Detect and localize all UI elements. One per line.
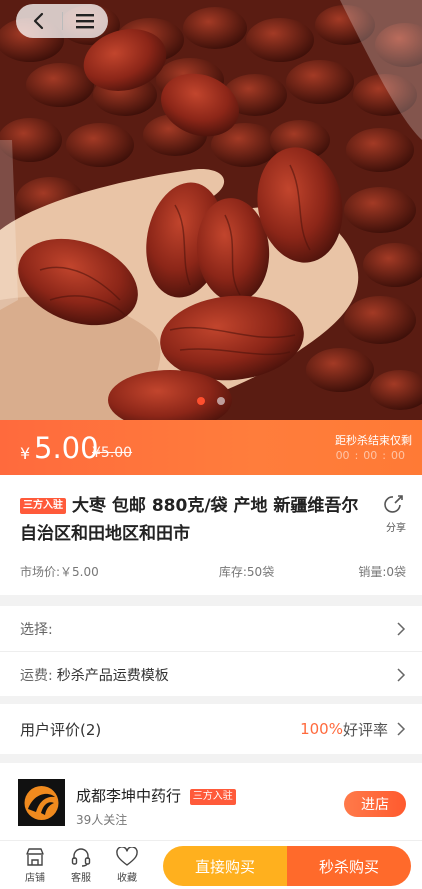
sales-count: 销量:0袋 (358, 565, 406, 579)
third-party-tag: 三方入驻 (20, 498, 66, 514)
carousel-dot-1[interactable] (197, 397, 205, 405)
shop-label: 店铺 (25, 873, 45, 884)
chevron-left-icon (33, 12, 43, 30)
stock-count: 库存:50袋 (218, 565, 275, 579)
options-card: 选择: 运费: 秒杀产品运费模板 (0, 606, 422, 696)
countdown-seconds: 00 (391, 449, 405, 462)
favorite-button[interactable]: 收藏 (107, 847, 147, 884)
back-button[interactable] (16, 4, 62, 38)
customer-service-button[interactable]: 客服 (61, 847, 101, 884)
store-name-block[interactable]: 成都李坤中药行 三方入驻 (76, 785, 242, 806)
chevron-right-icon (397, 621, 406, 636)
product-title: 大枣 包邮 880克/袋 产地 新疆维吾尔自治区和田地区和田市 (20, 496, 359, 544)
select-label: 选择: (20, 621, 53, 638)
currency-symbol: ¥ (20, 444, 31, 463)
reviews-label: 用户评价(2) (20, 720, 102, 739)
shipping-row[interactable]: 运费: 秒杀产品运费模板 (20, 652, 406, 697)
store-logo[interactable] (18, 779, 65, 826)
top-navigation (16, 4, 108, 38)
product-image-carousel[interactable] (0, 0, 422, 420)
positive-rate-percent: 100% (300, 720, 343, 738)
menu-button[interactable] (62, 4, 108, 38)
countdown-timer: 00 : 00 : 00 (333, 449, 408, 462)
shipping-label: 运费: (20, 667, 53, 684)
countdown-hours: 00 (335, 449, 350, 462)
share-button[interactable] (382, 493, 406, 519)
flash-sale-buy-button[interactable]: 秒杀购买 (287, 846, 411, 886)
store-name: 成都李坤中药行 (76, 787, 182, 805)
countdown-minutes: 00 (363, 449, 378, 462)
customer-service-label: 客服 (71, 873, 91, 884)
share-icon (384, 495, 403, 513)
countdown-label: 距秒杀结束仅剩 (335, 434, 412, 447)
shipping-value: 秒杀产品运费模板 (56, 667, 169, 684)
market-price: 市场价:￥5.00 (20, 565, 99, 579)
product-stats: 市场价:￥5.00 库存:50袋 销量:0袋 (20, 563, 406, 580)
product-photo (0, 0, 422, 420)
original-price: ¥5.00 (92, 445, 133, 461)
heart-icon (116, 847, 138, 866)
bottom-action-bar: 店铺 客服 收藏 直接购买 秒杀购买 (0, 840, 422, 889)
carousel-indicator (0, 397, 422, 405)
sale-price: 5.00 (34, 431, 99, 465)
reviews-card: 用户评价(2) 100% 好评率 (0, 704, 422, 754)
store-card: 成都李坤中药行 三方入驻 39人关注 进店 (0, 763, 422, 841)
store-logo-image (18, 779, 65, 826)
shop-nav-button[interactable]: 店铺 (15, 847, 55, 884)
favorite-label: 收藏 (117, 873, 137, 884)
store-followers: 39人关注 (76, 813, 128, 827)
enter-store-button[interactable]: 进店 (344, 791, 406, 817)
chevron-right-icon (397, 722, 406, 736)
flash-sale-price-bar: ¥ 5.00 ¥5.00 距秒杀结束仅剩 00 : 00 : 00 (0, 420, 422, 475)
buy-now-button[interactable]: 直接购买 (163, 846, 287, 886)
chevron-right-icon (397, 667, 406, 682)
headset-icon (71, 848, 91, 867)
product-title-block: 三方入驻 大枣 包邮 880克/袋 产地 新疆维吾尔自治区和田地区和田市 (20, 492, 365, 548)
positive-rate-label: 好评率 (342, 720, 388, 739)
carousel-dot-2[interactable] (217, 397, 225, 405)
product-info-card: 三方入驻 大枣 包邮 880克/袋 产地 新疆维吾尔自治区和田地区和田市 分享 市… (0, 475, 422, 595)
select-spec-row[interactable]: 选择: (20, 606, 406, 651)
reviews-row[interactable]: 用户评价(2) 100% 好评率 (20, 704, 406, 754)
shop-icon (26, 848, 44, 866)
menu-icon (76, 14, 95, 29)
share-label[interactable]: 分享 (386, 519, 406, 534)
store-third-party-tag: 三方入驻 (189, 789, 236, 805)
